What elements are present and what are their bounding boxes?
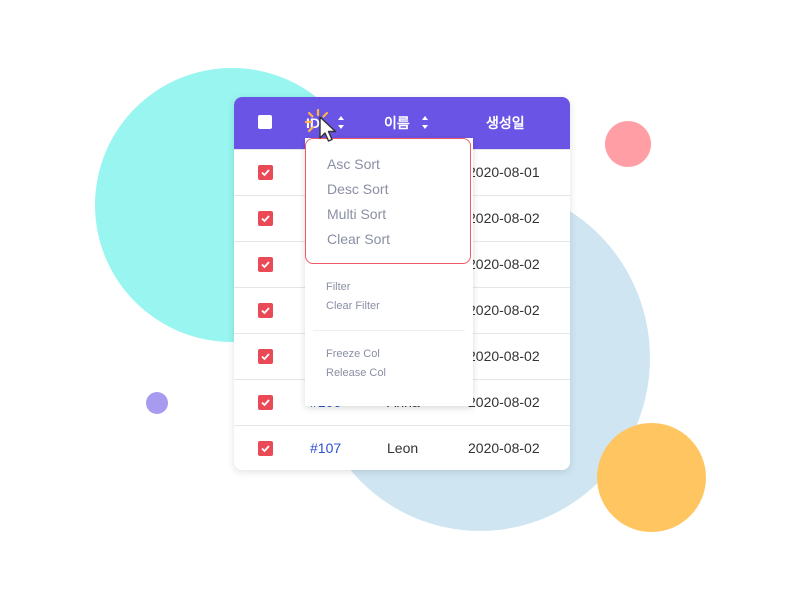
row-birth: 2020-08-02 [468,302,540,318]
decor-circle-pink [605,121,651,167]
check-icon [261,445,270,453]
check-icon [261,307,270,315]
menu-item-clear-sort[interactable]: Clear Sort [327,231,390,247]
menu-item-clear-filter[interactable]: Clear Filter [326,300,380,312]
decor-circle-purple [146,392,168,414]
menu-item-release-col[interactable]: Release Col [326,367,386,379]
row-birth: 2020-08-02 [468,348,540,364]
check-icon [261,261,270,269]
row-id-link[interactable]: #107 [310,426,341,470]
menu-divider [313,330,465,331]
row-birth: 2020-08-02 [468,210,540,226]
row-birth: 2020-08-02 [468,440,540,456]
column-header-birth[interactable]: 생성일 [486,97,525,149]
row-checkbox[interactable] [258,165,273,180]
table-row[interactable]: #107 Leon 2020-08-02 [234,425,570,470]
decor-circle-orange [597,423,706,532]
check-icon [261,399,270,407]
menu-item-desc-sort[interactable]: Desc Sort [327,181,388,197]
sort-options-group: Asc Sort Desc Sort Multi Sort Clear Sort [305,138,471,264]
row-birth: 2020-08-01 [468,164,540,180]
check-icon [261,215,270,223]
mouse-pointer-icon [319,116,337,142]
row-birth: 2020-08-02 [468,394,540,410]
row-checkbox[interactable] [258,349,273,364]
row-name: Leon [387,440,419,456]
row-checkbox[interactable] [258,395,273,410]
menu-item-filter[interactable]: Filter [326,281,350,293]
row-checkbox[interactable] [258,441,273,456]
row-birth: 2020-08-02 [468,256,540,272]
row-checkbox[interactable] [258,211,273,226]
select-all-checkbox[interactable] [258,115,272,129]
check-icon [261,353,270,361]
name-sort-indicator-icon[interactable] [422,116,428,130]
menu-item-multi-sort[interactable]: Multi Sort [327,206,386,222]
row-checkbox[interactable] [258,257,273,272]
row-checkbox[interactable] [258,303,273,318]
menu-item-freeze-col[interactable]: Freeze Col [326,348,380,360]
column-menu: Asc Sort Desc Sort Multi Sort Clear Sort… [305,138,473,406]
menu-item-asc-sort[interactable]: Asc Sort [327,156,380,172]
check-icon [261,169,270,177]
